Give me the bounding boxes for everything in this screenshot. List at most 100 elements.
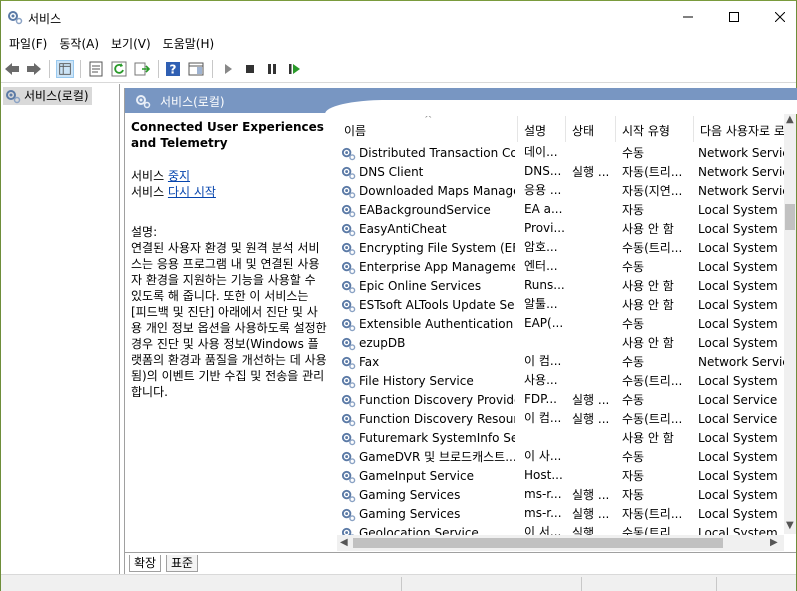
service-name: File History Service: [359, 374, 474, 388]
tab-extended[interactable]: 확장: [129, 555, 162, 572]
service-description: EA a...: [524, 202, 563, 216]
service-logon-as: Local System: [698, 241, 778, 255]
panel-header: 서비스(로컬): [125, 88, 797, 114]
service-name: Distributed Transaction Co...: [359, 146, 515, 160]
service-startup-type: 수동: [622, 393, 645, 407]
menu-file[interactable]: 파일(F): [3, 33, 53, 55]
service-row[interactable]: File History Service 사용... 수동(트리... Local S…: [338, 372, 797, 391]
service-actions: 서비스 중지 서비스 다시 시작: [131, 168, 327, 200]
service-row[interactable]: Function Discovery Provide... FDP... 실행 ..…: [338, 391, 797, 410]
vertical-scrollbar[interactable]: ▲ ▼: [784, 114, 796, 534]
service-name: Function Discovery Provide...: [359, 393, 515, 407]
service-description: 데이...: [524, 145, 558, 159]
menu-bar: 파일(F) 동작(A) 보기(V) 도움말(H): [1, 33, 796, 55]
toolbar: ?: [1, 56, 796, 83]
service-description: ms-r...: [524, 487, 562, 501]
tree-item-label: 서비스(로컬): [24, 89, 89, 103]
service-startup-type: 사용 안 함: [622, 298, 674, 312]
service-row[interactable]: Gaming Services ms-r... 실행 ... 자동 Local Syst…: [338, 486, 797, 505]
help-icon[interactable]: ?: [164, 60, 182, 78]
tree-item-services-local[interactable]: 서비스(로컬): [3, 87, 92, 105]
start-service-icon[interactable]: [219, 60, 237, 78]
service-row[interactable]: Fax 이 컴... 수동 Network Service: [338, 353, 797, 372]
pause-service-icon[interactable]: [263, 60, 281, 78]
service-row[interactable]: Enterprise App Manageme... 엔터... 수동 Local S…: [338, 258, 797, 277]
column-headers: ^ 이름 설명 상태 시작 유형 다음 사용자로 로: [338, 116, 797, 142]
horizontal-scrollbar[interactable]: ◀ ▶: [337, 535, 784, 551]
menu-help[interactable]: 도움말(H): [157, 33, 221, 55]
properties-icon[interactable]: [87, 60, 105, 78]
service-row[interactable]: GameInput Service Host... 자동 Local System: [338, 467, 797, 486]
scroll-up-icon[interactable]: ▲: [786, 114, 794, 125]
service-row[interactable]: Gaming Services ms-r... 실행 ... 자동(트리... Loca…: [338, 505, 797, 524]
service-startup-type: 자동(지연...: [622, 184, 683, 198]
service-logon-as: Local Service: [698, 412, 778, 426]
service-name: Futuremark SystemInfo Ser...: [359, 431, 515, 445]
service-name: Fax: [359, 355, 380, 369]
service-logon-as: Network Service: [698, 146, 797, 160]
show-hide-action-pane-icon[interactable]: [187, 60, 205, 78]
menu-view[interactable]: 보기(V): [105, 33, 157, 55]
horizontal-scroll-thumb[interactable]: [353, 538, 723, 548]
service-name: EasyAntiCheat: [359, 222, 447, 236]
column-header-startup-type[interactable]: 시작 유형: [616, 116, 694, 142]
maximize-icon: [729, 12, 739, 22]
service-status: 실행 ...: [572, 488, 610, 502]
service-row[interactable]: EasyAntiCheat Provi... 사용 안 함 Local System: [338, 220, 797, 239]
service-status: 실행 ...: [572, 165, 610, 179]
service-row[interactable]: Downloaded Maps Manager 응용 ... 자동(지연... Net…: [338, 182, 797, 201]
column-header-description[interactable]: 설명: [518, 116, 566, 142]
service-logon-as: Local System: [698, 298, 778, 312]
service-row[interactable]: Extensible Authentication P... EAP(... 수동 L…: [338, 315, 797, 334]
forward-arrow-icon[interactable]: [25, 60, 43, 78]
restart-service-icon[interactable]: [285, 60, 303, 78]
service-row[interactable]: Futuremark SystemInfo Ser... 사용 안 함 Local …: [338, 429, 797, 448]
minimize-button[interactable]: [665, 1, 711, 33]
refresh-icon[interactable]: [110, 60, 128, 78]
column-header-name[interactable]: 이름: [338, 116, 518, 142]
restart-service-link[interactable]: 다시 시작: [168, 185, 216, 199]
scroll-left-icon[interactable]: ◀: [340, 537, 348, 548]
service-logon-as: Local Service: [698, 393, 778, 407]
stop-service-link[interactable]: 중지: [168, 169, 190, 183]
service-name: GameDVR 및 브로드캐스트...: [359, 450, 515, 464]
back-arrow-icon[interactable]: [3, 60, 21, 78]
service-row[interactable]: EABackgroundService EA a... 자동 Local System: [338, 201, 797, 220]
service-name: Gaming Services: [359, 488, 461, 502]
service-logon-as: Local System: [698, 488, 778, 502]
service-row[interactable]: GameDVR 및 브로드캐스트... 이 사... 수동 Local System: [338, 448, 797, 467]
menu-action[interactable]: 동작(A): [53, 33, 105, 55]
service-row[interactable]: ezupDB 사용 안 함 Local System: [338, 334, 797, 353]
service-name: ezupDB: [359, 336, 406, 350]
service-row[interactable]: Distributed Transaction Co... 데이... 수동 Netw…: [338, 144, 797, 163]
service-startup-type: 자동: [622, 203, 645, 217]
service-logon-as: Network Service: [698, 355, 797, 369]
service-row[interactable]: ESTsoft ALTools Update Se... 알툴... 사용 안 함 L…: [338, 296, 797, 315]
service-row[interactable]: Epic Online Services Runs... 사용 안 함 Local S…: [338, 277, 797, 296]
service-startup-type: 사용 안 함: [622, 222, 674, 236]
vertical-scroll-thumb[interactable]: [785, 204, 795, 230]
service-startup-type: 수동(트리...: [622, 241, 683, 255]
column-header-status[interactable]: 상태: [566, 116, 616, 142]
minimize-icon: [683, 16, 693, 18]
service-row[interactable]: DNS Client DNS... 실행 ... 자동(트리... Network Se…: [338, 163, 797, 182]
service-row[interactable]: Encrypting File System (EFS) 암호... 수동(트리..…: [338, 239, 797, 258]
service-logon-as: Local System: [698, 374, 778, 388]
service-status: 실행 ...: [572, 412, 610, 426]
tab-standard[interactable]: 표준: [166, 555, 199, 572]
service-row[interactable]: Function Discovery Resour... 이 컴... 실행 ...…: [338, 410, 797, 429]
scroll-right-icon[interactable]: ▶: [770, 537, 778, 548]
console-tree: 서비스(로컬): [1, 84, 120, 574]
service-logon-as: Local System: [698, 507, 778, 521]
service-name: DNS Client: [359, 165, 424, 179]
column-header-logon-as[interactable]: 다음 사용자로 로: [694, 116, 797, 142]
console-tree-icon[interactable]: [56, 60, 74, 78]
stop-service-icon[interactable]: [241, 60, 259, 78]
export-list-icon[interactable]: [133, 60, 151, 78]
service-logon-as: Network Service: [698, 165, 797, 179]
services-gear-icon: [6, 90, 21, 104]
action-prefix: 서비스: [131, 185, 168, 199]
close-button[interactable]: [757, 1, 797, 33]
scroll-down-icon[interactable]: ▼: [786, 520, 794, 531]
maximize-button[interactable]: [711, 1, 757, 33]
